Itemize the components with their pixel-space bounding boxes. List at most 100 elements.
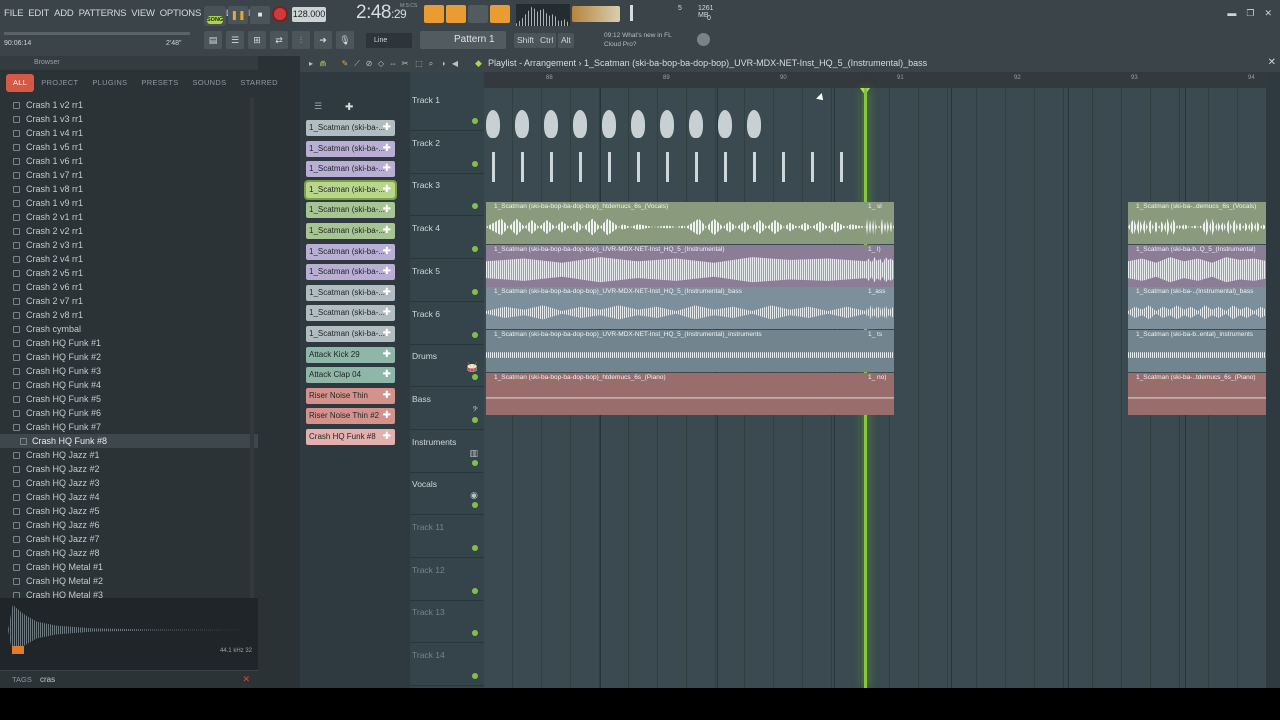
audio-clip-tail[interactable]: 1_ sl <box>866 202 894 244</box>
ctrl-key[interactable]: Ctrl <box>537 33 557 48</box>
browser-item[interactable]: Crash 1 v9 rr1 <box>0 196 258 210</box>
arrow-icon[interactable]: ➜ <box>314 31 332 49</box>
pattern-song-toggle[interactable]: SONG <box>204 6 226 26</box>
browser-item[interactable]: Crash 1 v6 rr1 <box>0 154 258 168</box>
browser-tab-plugins[interactable]: PLUGINS <box>85 74 134 92</box>
track-header[interactable]: Track 3 <box>410 173 484 217</box>
metronome-icon[interactable] <box>468 5 488 23</box>
playlist-scrollbar[interactable] <box>1266 72 1280 688</box>
audio-clip-tail[interactable]: 1_ass <box>866 287 894 330</box>
pattern-picker-item[interactable]: Attack Clap 04 ✚ <box>306 367 395 384</box>
wait-input-icon[interactable] <box>490 5 510 23</box>
browser-item[interactable]: Crash HQ Funk #3 <box>0 364 258 378</box>
track-header[interactable]: Drums 🥁 <box>410 344 484 388</box>
add-icon[interactable]: ✚ <box>383 202 391 218</box>
browser-tab-project[interactable]: PROJECT <box>34 74 85 92</box>
browser-item[interactable]: Crash cymbal <box>0 322 258 336</box>
stop-button[interactable]: ■ <box>250 6 270 24</box>
audio-clip[interactable]: 1_Scatman (ski-ba-bop-ba-dop-bop)_UVR-MD… <box>486 330 866 373</box>
menu-add[interactable]: ADD <box>54 8 74 19</box>
delete-icon[interactable]: ⊘ <box>364 59 374 69</box>
browser-item[interactable]: Crash HQ Jazz #8 <box>0 546 258 560</box>
step-mode-icon[interactable] <box>446 5 466 23</box>
timeline-ruler[interactable]: 88 89 90 91 92 93 94 <box>484 72 1266 88</box>
menu-edit[interactable]: EDIT <box>28 8 49 19</box>
audio-clip[interactable]: 1_Scatman (ski-ba-..tdemucs_6s_(Piano) <box>1128 372 1266 415</box>
browser-item[interactable]: Crash HQ Jazz #7 <box>0 532 258 546</box>
track-enable-led[interactable] <box>472 630 478 637</box>
channel-rack-icon[interactable]: ☰ <box>226 31 244 49</box>
track-header[interactable]: Track 12 <box>410 558 484 601</box>
track-header[interactable]: Track 2 <box>410 131 484 174</box>
browser-item[interactable]: Crash HQ Funk #4 <box>0 378 258 392</box>
snap-select[interactable]: Line <box>366 33 412 48</box>
record-button[interactable] <box>272 6 288 22</box>
piano-roll-icon[interactable]: ⊞ <box>248 31 266 49</box>
browser-tab-all[interactable]: ALL <box>6 74 35 92</box>
pattern-picker-item[interactable]: 1_Scatman (ski-ba-... ✚ <box>306 161 395 178</box>
pattern-picker-item[interactable]: 1_Scatman (ski-ba-... ✚ <box>306 223 395 239</box>
audio-clip[interactable]: 1_Scatman (ski-ba-..(Instrumental)_bass <box>1128 287 1266 330</box>
pattern-picker-item[interactable]: 1_Scatman (ski-ba-... ✚ <box>306 243 395 260</box>
track-enable-led[interactable] <box>472 502 478 509</box>
audio-clip[interactable]: 1_Scatman (ski-ba-b..ental)_instruments <box>1128 330 1266 373</box>
add-icon[interactable]: ✚ <box>383 429 391 445</box>
drum-clips-track2[interactable] <box>486 144 846 184</box>
browser-item[interactable]: Crash HQ Funk #2 <box>0 350 258 364</box>
slip-icon[interactable]: ⇔ <box>388 59 398 69</box>
audio-clip[interactable]: 1_Scatman (ski-ba-bop-ba-dop-bop)_htdemu… <box>486 202 866 244</box>
add-icon[interactable]: ✚ <box>383 264 391 280</box>
browser-item[interactable]: Crash HQ Funk #7 <box>0 420 258 434</box>
browser-item[interactable]: Crash HQ Metal #2 <box>0 574 258 588</box>
slice-icon[interactable]: ✂ <box>400 59 410 69</box>
close-icon[interactable]: ✕ <box>1264 8 1272 19</box>
playlist-icon[interactable]: ⇄ <box>270 31 288 49</box>
add-icon[interactable]: ✚ <box>383 161 391 177</box>
track-header[interactable]: Bass 𝄢 <box>410 387 484 430</box>
browser-item[interactable]: Crash 2 v4 rr1 <box>0 252 258 266</box>
track-enable-led[interactable] <box>472 459 478 466</box>
browser-item[interactable]: Crash 1 v2 rr1 <box>0 98 258 112</box>
pattern-picker-item[interactable]: 1_Scatman (ski-ba-... ✚ <box>306 140 395 157</box>
add-icon[interactable]: ✚ <box>383 223 391 239</box>
minimize-icon[interactable]: ▬ <box>1227 8 1236 19</box>
add-icon[interactable]: ✚ <box>383 244 391 260</box>
browser-item[interactable]: Crash 2 v5 rr1 <box>0 266 258 280</box>
browser-item[interactable]: Crash HQ Jazz #3 <box>0 476 258 490</box>
clear-search-icon[interactable]: ✕ <box>242 674 250 685</box>
track-header[interactable]: Vocals ◉ <box>410 472 484 516</box>
menu-patterns[interactable]: PATTERNS <box>79 8 127 19</box>
maximize-icon[interactable]: ❐ <box>1246 8 1254 19</box>
add-icon[interactable]: ✚ <box>383 326 391 342</box>
microphone-icon[interactable]: 🎙 <box>336 31 354 49</box>
add-icon[interactable]: ✚ <box>383 388 391 404</box>
add-icon[interactable]: ✚ <box>383 285 391 301</box>
browser-scrollbar[interactable] <box>250 98 254 598</box>
menu-options[interactable]: OPTIONS <box>160 8 202 19</box>
add-icon[interactable]: ✚ <box>383 408 391 424</box>
browser-item[interactable]: Crash 1 v7 rr1 <box>0 168 258 182</box>
track-enable-led[interactable] <box>472 587 478 594</box>
pattern-picker-item[interactable]: Riser Noise Thin ✚ <box>306 387 395 404</box>
pattern-picker-item[interactable]: 1_Scatman (ski-ba-... ✚ <box>306 202 395 219</box>
track-header[interactable]: Track 5 <box>410 259 484 302</box>
audio-clip-tail[interactable]: 1_ l) <box>866 244 894 287</box>
browser-item[interactable]: Crash HQ Funk #5 <box>0 392 258 406</box>
pattern-mode-icon[interactable] <box>424 5 444 23</box>
playlist-close-icon[interactable]: ✕ <box>1268 57 1276 68</box>
track-header[interactable]: Instruments ▥ <box>410 430 484 473</box>
pattern-picker-item[interactable]: 1_Scatman (ski-ba-... ✚ <box>306 264 395 281</box>
browser-icon[interactable]: ⫶ <box>292 31 310 49</box>
browser-item[interactable]: Crash HQ Funk #6 <box>0 406 258 420</box>
browser-item[interactable]: Crash 1 v3 rr1 <box>0 112 258 126</box>
track-enable-led[interactable] <box>472 288 478 295</box>
playback-icon[interactable]: ◑ <box>438 59 448 69</box>
track-enable-led[interactable] <box>472 160 478 167</box>
browser-item[interactable]: Crash HQ Jazz #5 <box>0 504 258 518</box>
alt-key[interactable]: Alt <box>558 33 574 48</box>
pattern-picker-item[interactable]: Riser Noise Thin #2 ✚ <box>306 408 395 425</box>
track-header[interactable]: Track 14 <box>410 643 484 687</box>
add-icon[interactable]: ✚ <box>383 141 391 157</box>
browser-item[interactable]: Crash 1 v8 rr1 <box>0 182 258 196</box>
song-position-slider[interactable] <box>4 32 190 35</box>
